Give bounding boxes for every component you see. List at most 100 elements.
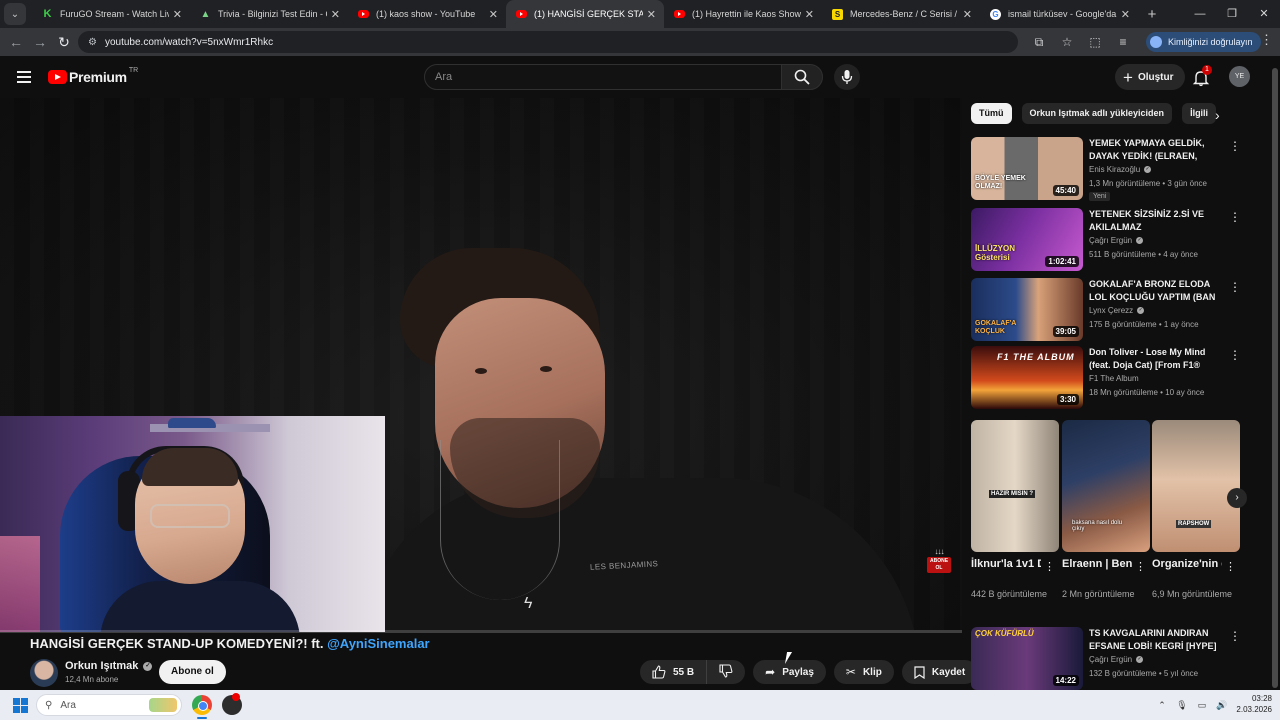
browser-tab[interactable]: (1) kaos show - YouTube ✕ [348, 0, 506, 28]
new-badge: Yeni [1089, 192, 1111, 201]
browser-tab[interactable]: G ismail türküsev - Google'da Ara ✕ [980, 0, 1138, 28]
close-window-icon[interactable]: ✕ [1248, 0, 1280, 28]
media-controls-icon[interactable]: ≡ [1109, 32, 1137, 52]
close-icon[interactable]: ✕ [805, 8, 814, 21]
open-in-app-icon[interactable]: ⧉ [1025, 32, 1053, 52]
shorts-next-chevron-icon[interactable]: › [1227, 488, 1247, 508]
close-icon[interactable]: ✕ [963, 8, 972, 21]
new-tab-plus-icon[interactable]: + [1138, 6, 1166, 23]
recommendation-item[interactable]: F1 THE ALBUM 3:30 Don Toliver - Lose My … [971, 346, 1261, 411]
network-icon[interactable]: ▭ [1192, 700, 1212, 711]
verified-check-icon: ✓ [1144, 166, 1152, 173]
identity-button[interactable]: Kimliğinizi doğrulayın [1146, 32, 1261, 52]
bookmark-star-icon[interactable]: ☆ [1053, 32, 1081, 52]
windows-start-icon[interactable] [13, 698, 28, 713]
active-app-indicator [197, 717, 207, 719]
microphone-tray-icon[interactable]: 🎙 [1172, 700, 1192, 711]
chevron-right-icon[interactable]: › [1215, 107, 1220, 123]
video-title: GOKALAF'A BRONZ ELODA LOL KOÇLUĞU YAPTIM… [1089, 279, 1216, 302]
volume-icon[interactable]: 🔊 [1212, 700, 1232, 711]
close-icon[interactable]: ✕ [173, 8, 182, 21]
close-icon[interactable]: ✕ [331, 8, 340, 21]
more-options-icon[interactable]: ⋮ [1225, 560, 1236, 573]
url-text: youtube.com/watch?v=5nxWmr1Rhkc [104, 36, 274, 48]
video-meta: 132 B görüntüleme • 5 yıl önce [1089, 669, 1199, 678]
youtube-icon [358, 10, 369, 18]
address-bar[interactable]: ⚙ youtube.com/watch?v=5nxWmr1Rhkc [78, 31, 1018, 53]
tab-title: ismail türküsev - Google'da Ara [1008, 9, 1117, 19]
like-button[interactable]: 55 B [640, 660, 708, 684]
more-options-icon[interactable]: ⋮ [1229, 348, 1241, 362]
tab-search-chevron-icon[interactable]: ⌄ [4, 3, 26, 25]
channel-name[interactable]: Orkun Işıtmak ✓ [65, 660, 153, 672]
more-options-icon[interactable]: ⋮ [1135, 560, 1146, 573]
search-button[interactable] [781, 64, 823, 90]
browser-menu-icon[interactable]: ⋮ [1260, 32, 1273, 48]
browser-tab-active[interactable]: (1) HANGİSİ GERÇEK STAND-UP ✕ [506, 0, 664, 28]
video-duration: 39:05 [1052, 326, 1079, 337]
recommendation-item[interactable]: BÖYLE YEMEK OLMAZ! 45:40 YEMEK YAPMAYA G… [971, 137, 1261, 202]
voice-search-button[interactable] [834, 64, 860, 90]
chevron-up-icon[interactable]: ⌃ [1152, 700, 1172, 711]
more-options-icon[interactable]: ⋮ [1229, 280, 1241, 294]
create-label: Oluştur [1137, 71, 1174, 83]
more-options-icon[interactable]: ⋮ [1044, 560, 1055, 573]
recommendation-item[interactable]: ÇOK KÜFÜRLÜ 14:22 TS KAVGALARINI ANDIRAN… [971, 627, 1261, 692]
short-title: İlknur'la 1v1 Dövüş 🟧 [971, 558, 1041, 570]
forward-arrow-icon[interactable]: → [28, 34, 52, 50]
restore-icon[interactable]: ❐ [1216, 0, 1248, 28]
recommendation-item[interactable]: GOKALAF'A KOÇLUK 39:05 GOKALAF'A BRONZ E… [971, 278, 1261, 343]
clock[interactable]: 03:28 2.03.2026 [1232, 693, 1272, 715]
mention-link[interactable]: @AyniSinemalar [327, 636, 430, 651]
youtube-premium-logo[interactable]: Premium TR [48, 67, 138, 85]
video-thumbnail: İLLÜZYON Gösterisi 1:02:41 [971, 208, 1083, 271]
notifications-button[interactable]: 1 [1192, 65, 1212, 87]
more-options-icon[interactable]: ⋮ [1229, 210, 1241, 224]
video-thumbnail: GOKALAF'A KOÇLUK 39:05 [971, 278, 1083, 341]
short-item[interactable]: baksana nasıl dolu çıkıy Elraenn | Bende… [1062, 420, 1150, 599]
site-info-icon[interactable]: ⚙ [88, 37, 97, 48]
hamburger-menu-icon[interactable] [17, 71, 31, 83]
browser-tab[interactable]: ▲ Trivia - Bilginizi Test Edin - Quiz ✕ [190, 0, 348, 28]
video-progress-bar[interactable] [0, 630, 962, 633]
close-icon[interactable]: ✕ [1121, 8, 1130, 21]
video-title: Don Toliver - Lose My Mind (feat. Doja C… [1089, 347, 1206, 370]
chip-related[interactable]: İlgili [1182, 103, 1217, 124]
close-icon[interactable]: ✕ [489, 8, 498, 21]
chip-from-uploader[interactable]: Orkun Işıtmak adlı yükleyiciden [1021, 103, 1173, 124]
page-scrollbar[interactable] [1270, 56, 1280, 690]
short-item[interactable]: RAPSHOW Organize'nin en komik ... ⋮ 6,9 … [1152, 420, 1240, 599]
browser-tab[interactable]: S Mercedes-Benz / C Serisi / C 200 ✕ [822, 0, 980, 28]
more-options-icon[interactable]: ⋮ [1229, 629, 1241, 643]
taskbar-search[interactable]: ⚲ Ara [36, 694, 182, 716]
chip-all[interactable]: Tümü [971, 103, 1012, 124]
recommendation-item[interactable]: İLLÜZYON Gösterisi 1:02:41 YETENEK SİZSİ… [971, 208, 1261, 273]
channel: Lynx Çerezz ✓ [1089, 306, 1145, 315]
save-button[interactable]: Kaydet [901, 660, 978, 684]
reload-icon[interactable]: ↻ [52, 34, 76, 51]
minimize-icon[interactable]: — [1184, 0, 1216, 28]
browser-tab[interactable]: (1) Hayrettin ile Kaos Show - 2 ✕ [664, 0, 822, 28]
create-button[interactable]: + Oluştur [1115, 64, 1185, 90]
extensions-icon[interactable]: ⬚ [1081, 32, 1109, 52]
browser-tab[interactable]: K FuruGO Stream - Watch Live or ✕ [32, 0, 190, 28]
subscribe-button[interactable]: Abone ol [159, 660, 226, 684]
system-tray: ⌃ 🎙 ▭ 🔊 [1152, 690, 1232, 720]
verified-check-icon: ✓ [1137, 307, 1145, 314]
short-item[interactable]: HAZIR MISIN ? İlknur'la 1v1 Dövüş 🟧 ⋮ 44… [971, 420, 1059, 599]
channel-avatar[interactable] [30, 659, 58, 687]
dislike-button[interactable] [707, 663, 745, 681]
clip-button[interactable]: ✂ Klip [833, 660, 894, 684]
tab-title: Trivia - Bilginizi Test Edin - Quiz [218, 9, 327, 19]
close-icon[interactable]: ✕ [647, 8, 656, 21]
account-avatar[interactable]: YE [1229, 66, 1250, 87]
more-options-icon[interactable]: ⋮ [1229, 139, 1241, 153]
app-taskbar-icon[interactable] [222, 693, 242, 715]
search-highlight-icon [149, 698, 177, 712]
chrome-taskbar-icon[interactable] [192, 695, 212, 715]
search-input[interactable]: Ara [424, 64, 782, 90]
back-arrow-icon[interactable]: ← [4, 34, 28, 50]
video-title: YEMEK YAPMAYA GELDİK, DAYAK YEDİK! (ELRA… [1089, 138, 1205, 161]
video-duration: 45:40 [1052, 185, 1079, 196]
video-meta: 18 Mn görüntüleme • 10 ay önce [1089, 388, 1205, 397]
